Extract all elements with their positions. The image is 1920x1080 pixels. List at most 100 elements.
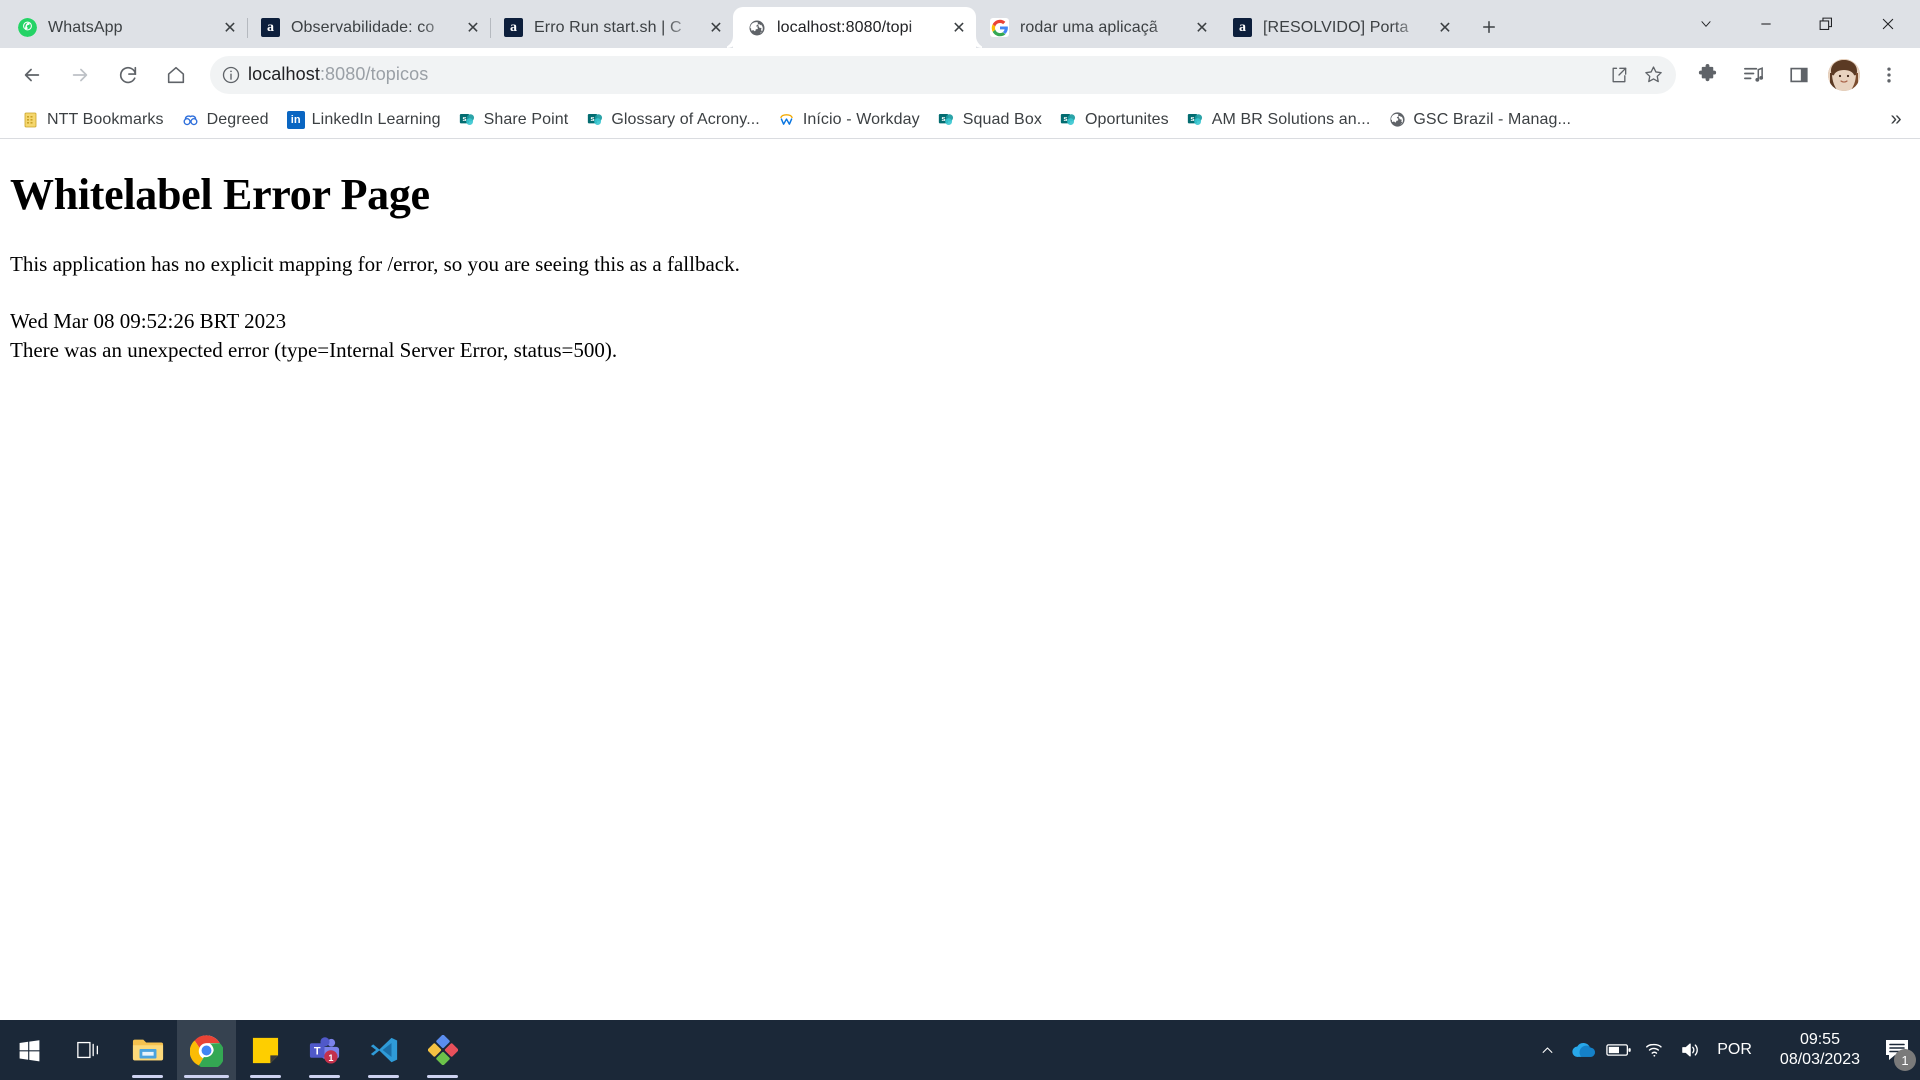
media-list-icon[interactable] xyxy=(1732,54,1774,96)
sharepoint-icon: s xyxy=(1187,111,1205,129)
tab-close-button[interactable]: ✕ xyxy=(1432,15,1458,41)
tab-close-button[interactable]: ✕ xyxy=(946,15,972,41)
whatsapp-icon: ✆ xyxy=(18,18,37,37)
window-close-button[interactable] xyxy=(1856,3,1920,45)
reload-icon[interactable] xyxy=(107,54,149,96)
window-maximize-button[interactable] xyxy=(1796,3,1856,45)
browser-tab[interactable]: ✆ WhatsApp ✕ xyxy=(4,7,248,48)
sharepoint-icon: s xyxy=(938,111,956,129)
bookmark-label: Degreed xyxy=(206,110,269,128)
bookmark-label: Share Point xyxy=(483,110,569,128)
system-tray: POR 09:55 08/03/2023 1 xyxy=(1529,1020,1920,1080)
battery-icon[interactable] xyxy=(1601,1020,1637,1080)
back-button[interactable] xyxy=(11,54,53,96)
start-button[interactable] xyxy=(0,1020,59,1080)
bookmark-item[interactable]: s Share Point xyxy=(451,106,577,134)
clock-date: 08/03/2023 xyxy=(1779,1051,1860,1068)
tab-title: WhatsApp xyxy=(48,18,123,36)
bookmark-item[interactable]: in LinkedIn Learning xyxy=(279,106,449,134)
clock-time: 09:55 xyxy=(1799,1031,1840,1048)
notification-center-icon[interactable]: 1 xyxy=(1874,1020,1920,1080)
notification-badge: 1 xyxy=(1894,1049,1916,1071)
sticky-notes-taskbar-icon[interactable] xyxy=(236,1020,295,1080)
bookmark-item[interactable]: Degreed xyxy=(174,106,277,134)
side-panel-icon[interactable] xyxy=(1778,54,1820,96)
bookmark-label: GSC Brazil - Manag... xyxy=(1413,110,1572,128)
svg-text:s: s xyxy=(942,114,946,123)
sharepoint-icon: s xyxy=(1060,111,1078,129)
new-tab-button[interactable] xyxy=(1470,8,1508,46)
puzzle-icon[interactable] xyxy=(1686,54,1728,96)
tab-search-chevron-icon[interactable] xyxy=(1676,3,1736,45)
address-bar[interactable]: localhost:8080/topicos xyxy=(210,55,1676,94)
bookmark-item[interactable]: GSC Brazil - Manag... xyxy=(1380,106,1579,134)
star-icon[interactable] xyxy=(1636,58,1670,92)
microsoft-teams-taskbar-icon[interactable]: T 1 xyxy=(295,1020,354,1080)
svg-text:s: s xyxy=(1191,114,1195,123)
tab-title: [RESOLVIDO] Porta xyxy=(1263,18,1409,36)
browser-tab[interactable]: rodar uma aplicaçã ✕ xyxy=(976,7,1219,48)
speaker-icon[interactable] xyxy=(1673,1020,1709,1080)
file-explorer-taskbar-icon[interactable] xyxy=(118,1020,177,1080)
tab-title: Erro Run start.sh | C xyxy=(534,18,682,36)
globe-icon xyxy=(747,18,766,37)
task-view-button[interactable] xyxy=(59,1020,118,1080)
share-icon[interactable] xyxy=(1602,58,1636,92)
window-minimize-button[interactable] xyxy=(1736,3,1796,45)
avatar[interactable] xyxy=(1828,58,1860,91)
visual-studio-code-taskbar-icon[interactable] xyxy=(354,1020,413,1080)
bookmark-item[interactable]: s AM BR Solutions an... xyxy=(1179,106,1379,134)
ntt-icon xyxy=(22,111,40,129)
bookmark-label: Início - Workday xyxy=(802,110,920,128)
forward-button[interactable] xyxy=(59,54,101,96)
google-icon xyxy=(990,18,1009,37)
page-description: This application has no explicit mapping… xyxy=(10,252,740,277)
alura-icon: a xyxy=(504,18,523,37)
bookmark-label: Oportunites xyxy=(1084,110,1169,128)
tab-close-button[interactable]: ✕ xyxy=(1189,15,1215,41)
chevron-up-icon[interactable] xyxy=(1529,1020,1565,1080)
wifi-icon[interactable] xyxy=(1637,1020,1673,1080)
url-path: :8080/topicos xyxy=(319,64,429,84)
browser-tab[interactable]: a Erro Run start.sh | C ✕ xyxy=(490,7,733,48)
onedrive-cloud-icon[interactable] xyxy=(1565,1020,1601,1080)
browser-toolbar: localhost:8080/topicos xyxy=(0,48,1920,101)
tab-title: Observabilidade: co xyxy=(291,18,435,36)
tab-close-button[interactable]: ✕ xyxy=(460,15,486,41)
svg-text:s: s xyxy=(462,114,466,123)
alura-icon: a xyxy=(261,18,280,37)
clock[interactable]: 09:55 08/03/2023 xyxy=(1766,1030,1874,1070)
bookmark-label: NTT Bookmarks xyxy=(47,110,164,128)
bookmarks-overflow-button[interactable]: » xyxy=(1882,106,1910,134)
page-title: Whitelabel Error Page xyxy=(10,170,430,219)
info-icon[interactable] xyxy=(214,58,248,92)
url-host: localhost xyxy=(248,64,320,84)
alura-icon: a xyxy=(1233,18,1252,37)
bookmark-item[interactable]: NTT Bookmarks xyxy=(14,106,172,134)
globe-icon xyxy=(1388,111,1406,129)
bookmark-label: AM BR Solutions an... xyxy=(1211,110,1371,128)
language-indicator[interactable]: POR xyxy=(1709,1041,1766,1059)
sharepoint-icon: s xyxy=(586,111,604,129)
google-chrome-taskbar-icon[interactable] xyxy=(177,1020,236,1080)
bookmark-item[interactable]: s Glossary of Acrony... xyxy=(578,106,768,134)
workday-icon xyxy=(778,111,796,129)
sourcetree-taskbar-icon[interactable] xyxy=(413,1020,472,1080)
page-content: Whitelabel Error Page This application h… xyxy=(0,140,1920,1020)
browser-tab[interactable]: a [RESOLVIDO] Porta ✕ xyxy=(1219,7,1462,48)
bookmark-label: Glossary of Acrony... xyxy=(611,110,760,128)
browser-tab[interactable]: a Observabilidade: co ✕ xyxy=(247,7,491,48)
home-icon[interactable] xyxy=(155,54,197,96)
browser-tab-active[interactable]: localhost:8080/topi ✕ xyxy=(733,7,976,48)
browser-tab-strip: ✆ WhatsApp ✕ a Observabilidade: co ✕ a E… xyxy=(0,0,1920,48)
windows-taskbar: T 1 POR 09:55 08/03/2023 1 xyxy=(0,1020,1920,1080)
bookmark-item[interactable]: s Oportunites xyxy=(1052,106,1177,134)
window-controls xyxy=(1676,0,1920,48)
tab-title: rodar uma aplicaçã xyxy=(1020,18,1158,36)
tab-close-button[interactable]: ✕ xyxy=(217,15,243,41)
bookmark-label: LinkedIn Learning xyxy=(311,110,441,128)
bookmark-item[interactable]: Início - Workday xyxy=(770,106,928,134)
bookmark-item[interactable]: s Squad Box xyxy=(930,106,1050,134)
linkedin-icon: in xyxy=(286,110,305,129)
three-dot-menu-icon[interactable] xyxy=(1868,54,1910,96)
